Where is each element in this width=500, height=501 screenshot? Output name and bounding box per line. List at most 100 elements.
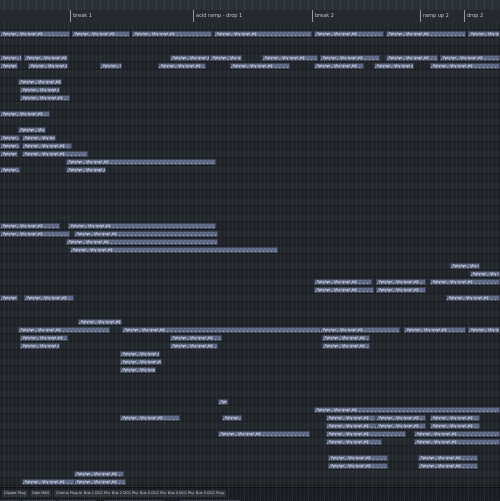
arrangement-clip[interactable]: Patcher - Mix level #8 (0, 151, 18, 157)
arrangement-clip[interactable]: Patcher - Mix level #8 (450, 263, 480, 269)
arrangement-clip[interactable]: Patcher - Mix level #8 (70, 247, 278, 253)
track-lane[interactable] (0, 46, 500, 54)
marker-drop-2[interactable]: drop 2 (467, 13, 483, 19)
track-lane[interactable] (0, 310, 500, 318)
track-lane[interactable] (0, 270, 500, 278)
marker-break-2[interactable]: break 2 (315, 13, 334, 19)
arrangement-clip[interactable]: Patcher - Mix level #8 (20, 95, 70, 101)
arrangement-clip[interactable]: Patcher - Mix level #8 (0, 31, 70, 37)
track-lane[interactable] (0, 206, 500, 214)
arrangement-clip[interactable]: Patcher - Mix level #8 (418, 463, 478, 469)
track-lane[interactable] (0, 334, 500, 342)
arrangement-clip[interactable]: Patcher - Mix level #8 (314, 287, 374, 293)
arrangement-clip[interactable]: Patcher - Mix level #8 (414, 439, 500, 445)
arrangement-clip[interactable]: Patcher - Mix level #8 (326, 439, 382, 445)
arrangement-clip[interactable]: Patcher - Mix level #8 (72, 31, 130, 37)
marker-ramp-up-2[interactable]: ramp up 2 (423, 13, 449, 19)
arrangement-clip[interactable]: Patcher - Mix level #8 (314, 407, 500, 413)
arrangement-clip[interactable]: Patcher - Mix level #8 (376, 279, 426, 285)
track-lane[interactable] (0, 294, 500, 302)
arrangement-clip[interactable]: Patcher - Mix level #8 (314, 279, 372, 285)
arrangement-clip[interactable]: Patcher - Mix level #8 (0, 55, 22, 61)
toolbar-button-gain[interactable]: Gain MKII (30, 490, 51, 497)
arrangement-clip[interactable]: Patcher - Mix level #8 (374, 63, 414, 69)
track-lane[interactable] (0, 22, 500, 30)
track-lane[interactable] (0, 78, 500, 86)
arrangement-clip[interactable]: Patcher - Mix level #8 (418, 455, 478, 461)
arrangement-clip[interactable]: Patcher - Mix level #8 (0, 231, 70, 237)
arrangement-clip[interactable]: Patcher - Mix level #8 (0, 111, 50, 117)
arrangement-clip[interactable]: Patcher - Mix level #8 (320, 327, 400, 333)
arrangement-clip[interactable]: Patcher - Mix level #8 (120, 367, 156, 373)
arrangement-clip[interactable]: Patcher - Mix level #8 (376, 415, 426, 421)
track-lane[interactable] (0, 254, 500, 262)
arrangement-clip[interactable]: Patcher - Mix level #8 (230, 63, 290, 69)
track-lane[interactable] (0, 134, 500, 142)
arrangement-clip[interactable]: Patcher - Mix level #8 (74, 471, 124, 477)
track-lane[interactable] (0, 70, 500, 78)
marker-acid-ramp-drop-1[interactable]: acid ramp - drop 1 (196, 13, 242, 19)
arrangement-clip[interactable]: Patcher - Mix level #8 (468, 327, 500, 333)
arrangement-clip[interactable]: Patcher - Mix level #8 (468, 31, 500, 37)
arrangement-clip[interactable]: Patcher - Mix level #8 (132, 31, 212, 37)
arrangement-clip[interactable]: Patcher - Mix level #8 (218, 399, 228, 405)
arrangement-clip[interactable]: Patcher - Mix level #8 (170, 343, 218, 349)
arrangement-clip[interactable]: Patcher - Mix level #8 (24, 55, 68, 61)
arrangement-clip[interactable]: Patcher - Mix level #8 (262, 55, 318, 61)
arrangement-clip[interactable]: Patcher - Mix level #8 (430, 423, 480, 429)
arrangement-clip[interactable]: Patcher - Mix level #8 (0, 135, 20, 141)
arrangement-clip[interactable]: Patcher - Mix level #8 (66, 239, 218, 245)
track-lane[interactable] (0, 182, 500, 190)
arrangement-clip[interactable]: Patcher - Mix level #8 (22, 479, 76, 485)
arrangement-clip[interactable]: Patcher - Mix level #8 (120, 351, 160, 357)
track-lane[interactable] (0, 118, 500, 126)
arrangement-clip[interactable]: Patcher - Mix level #8 (414, 431, 500, 437)
arrangement-clip[interactable]: Patcher - Mix level #8 (326, 431, 406, 437)
arrangement-clip[interactable]: Patcher - Mix level #8 (0, 143, 20, 149)
arrangement-clip[interactable]: Patcher - Mix level #8 (66, 167, 106, 173)
arrangement-clip[interactable]: Patcher - Mix level #8 (22, 151, 88, 157)
track-lane[interactable] (0, 38, 500, 46)
arrangement-clip[interactable]: Patcher - Mix level #8 (322, 335, 370, 341)
arrangement-clip[interactable]: Patcher - Mix level #8 (386, 55, 438, 61)
arrangement-clip[interactable]: Patcher - Mix level #8 (328, 463, 388, 469)
track-lane[interactable] (0, 342, 500, 350)
arrangement-clip[interactable]: Patcher - Mix level #8 (214, 31, 312, 37)
arrangement-clip[interactable]: Patcher - Mix level #8 (376, 423, 426, 429)
arrangement-clip[interactable]: Patcher - Mix level #8 (222, 415, 242, 421)
arrangement-clip[interactable]: Patcher - Mix level #8 (470, 271, 500, 277)
arrangement-clip[interactable]: Patcher - Mix level #8 (430, 63, 500, 69)
arrangement-clip[interactable]: Patcher - Mix level #8 (0, 295, 18, 301)
marker-break-1[interactable]: break 1 (73, 13, 92, 19)
track-lane[interactable] (0, 190, 500, 198)
arrangement-clip[interactable]: Patcher - Mix level #8 (120, 359, 162, 365)
arrangement-clip[interactable]: Patcher - Mix level #8 (170, 335, 222, 341)
arrangement-clip[interactable]: Patcher - Mix level #8 (18, 79, 62, 85)
arrangement-clip[interactable]: Patcher - Mix level #8 (218, 431, 310, 437)
arrangement-clip[interactable]: Patcher - Mix level #8 (22, 135, 56, 141)
track-lane[interactable] (0, 126, 500, 134)
track-lane[interactable] (0, 174, 500, 182)
arrangement-clip[interactable]: Patcher - Mix level #8 (24, 295, 74, 301)
arrangement-clip[interactable]: Patcher - Mix level #8 (430, 279, 500, 285)
arrangement-clip[interactable]: Patcher - Mix level #8 (74, 479, 126, 485)
arrangement-clip[interactable]: Patcher - Mix level #8 (314, 31, 384, 37)
track-lane[interactable] (0, 198, 500, 206)
arrangement-clip[interactable]: Patcher - Mix level #8 (320, 55, 380, 61)
arrangement-clip[interactable]: Patcher - Mix level #8 (158, 63, 206, 69)
track-lane[interactable] (0, 350, 500, 358)
track-lane[interactable] (0, 94, 500, 102)
track-lane[interactable] (0, 262, 500, 270)
track-lane[interactable] (0, 446, 500, 454)
arrangement-clip[interactable]: Patcher - Mix level #8 (328, 455, 388, 461)
arrangement-clip[interactable]: Patcher - Mix level #8 (404, 327, 466, 333)
arrangement-clip[interactable]: Patcher - Mix level #8 (18, 327, 110, 333)
arrangement-clip[interactable]: Patcher - Mix level #8 (20, 335, 68, 341)
track-lane[interactable] (0, 382, 500, 390)
arrangement-clip[interactable]: Patcher - Mix level #8 (440, 55, 500, 61)
arrangement-clip[interactable]: Patcher - Mix level #8 (170, 55, 210, 61)
arrangement-clip[interactable]: Patcher - Mix level #8 (446, 295, 500, 301)
arrangement-clip[interactable]: Patcher - Mix level #8 (100, 63, 122, 69)
arrangement-clip[interactable]: Patcher - Mix level #8 (0, 223, 60, 229)
track-lane[interactable] (0, 86, 500, 94)
